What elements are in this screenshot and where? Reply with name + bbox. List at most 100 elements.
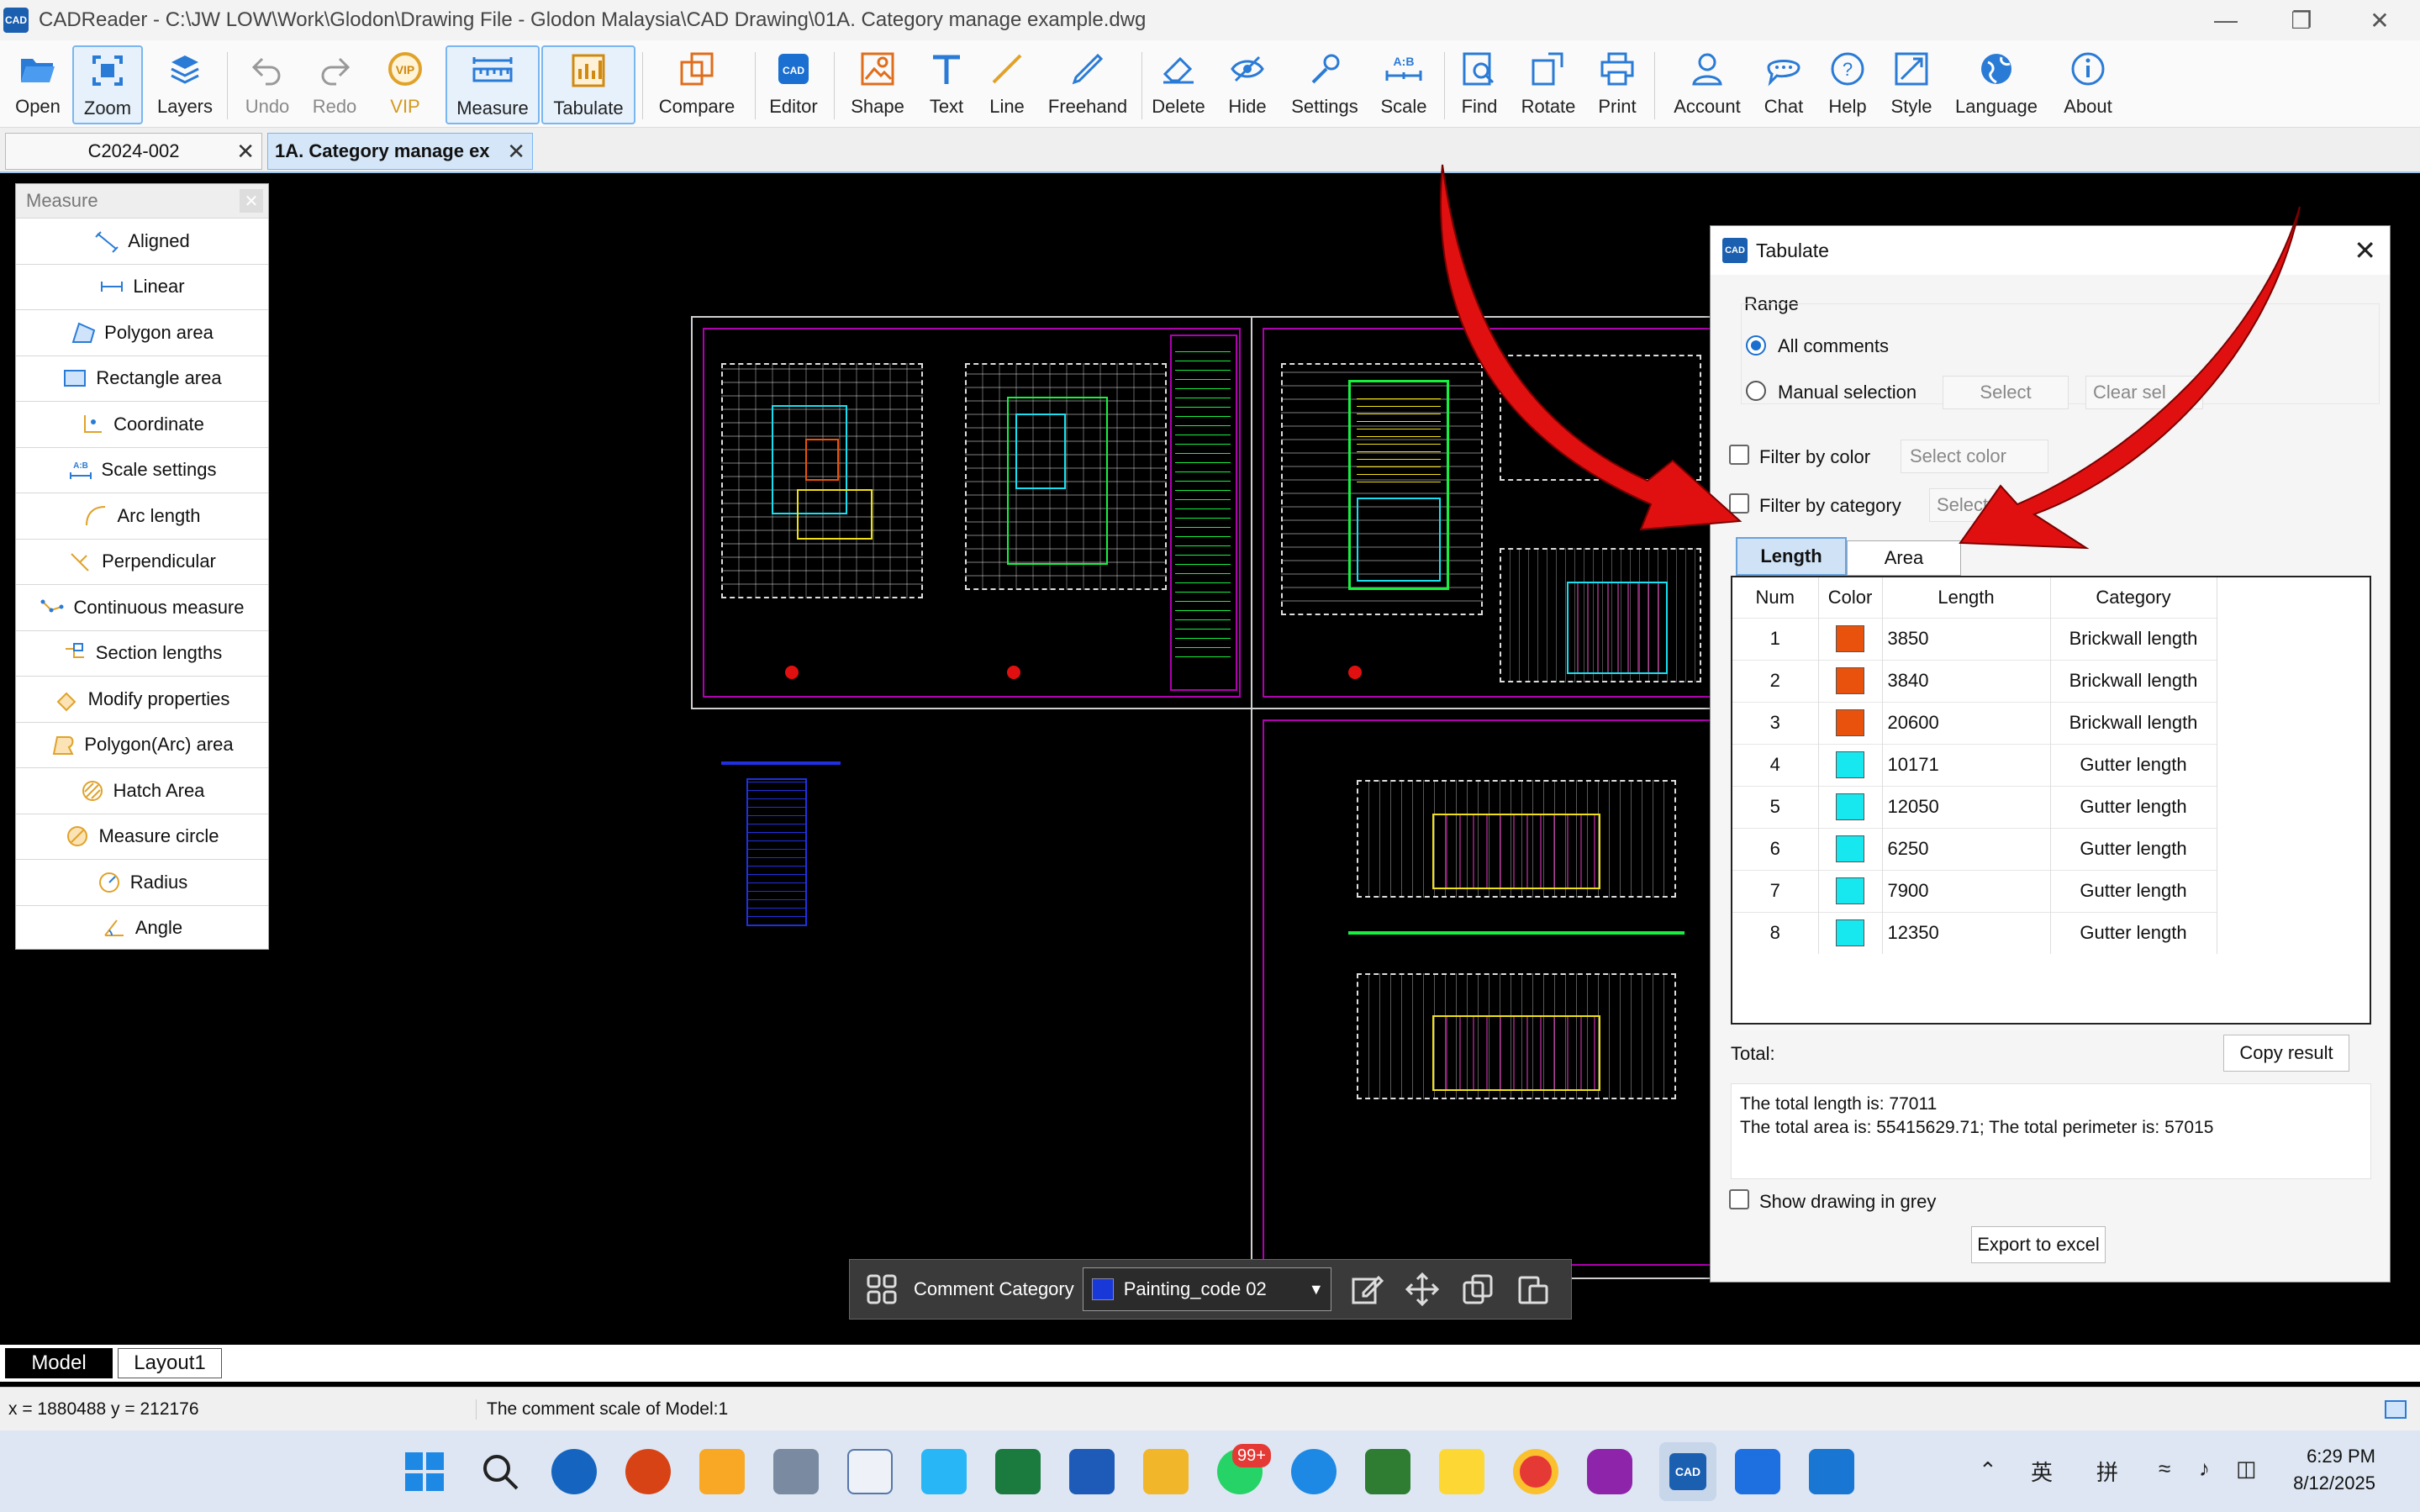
line-button[interactable]: Line — [977, 45, 1037, 124]
table-row[interactable]: 6 6250 Gutter length — [1732, 827, 2217, 870]
vip-button[interactable]: VIP VIP — [373, 45, 437, 124]
project-icon[interactable] — [1365, 1449, 1410, 1494]
account-button[interactable]: Account — [1669, 45, 1745, 124]
ime-pinyin-indicator[interactable]: 拼 — [2096, 1456, 2118, 1487]
volume-icon[interactable]: ♪ — [2199, 1456, 2210, 1482]
table-row[interactable]: 2 3840 Brickwall length — [1732, 659, 2217, 702]
measure-button[interactable]: Measure — [446, 45, 540, 124]
settings-button[interactable]: Settings — [1284, 45, 1365, 124]
edge-browser-icon[interactable] — [551, 1449, 597, 1494]
table-row[interactable]: 8 12350 Gutter length — [1732, 911, 2217, 954]
measure-arc-length[interactable]: Arc length — [16, 493, 268, 539]
all-comments-radio[interactable] — [1746, 335, 1766, 356]
wifi-icon[interactable]: ≈ — [2159, 1456, 2170, 1482]
measure-polygon-arc-area[interactable]: Polygon(Arc) area — [16, 721, 268, 768]
tab-length[interactable]: Length — [1736, 537, 1847, 576]
table-row[interactable]: 5 12050 Gutter length — [1732, 785, 2217, 828]
select-color-button[interactable]: Select color — [1901, 440, 2048, 473]
close-dialog-button[interactable]: ✕ — [2354, 234, 2376, 266]
table-row[interactable]: 4 10171 Gutter length — [1732, 743, 2217, 786]
style-button[interactable]: Style — [1880, 45, 1943, 124]
measure-coordinate[interactable]: Coordinate — [16, 401, 268, 447]
store-icon[interactable] — [699, 1449, 745, 1494]
copy-result-button[interactable]: Copy result — [2223, 1035, 2349, 1072]
measure-modify-properties[interactable]: Modify properties — [16, 676, 268, 722]
zoom-button[interactable]: Zoom — [72, 45, 143, 124]
select-button[interactable]: Select — [1943, 376, 2069, 409]
battery-icon[interactable]: ◫ — [2236, 1456, 2257, 1482]
measure-perpendicular[interactable]: Perpendicular — [16, 538, 268, 585]
file-explorer-icon[interactable] — [1143, 1449, 1189, 1494]
measure-rectangle-area[interactable]: Rectangle area — [16, 355, 268, 402]
freehand-button[interactable]: Freehand — [1039, 45, 1136, 124]
redo-button[interactable]: Redo — [303, 45, 366, 124]
delete-button[interactable]: Delete — [1147, 45, 1210, 124]
comment-category-select[interactable]: Painting_code 02 ▼ — [1082, 1267, 1331, 1311]
measure-hatch-area[interactable]: Hatch Area — [16, 767, 268, 814]
powerpoint-icon[interactable] — [625, 1449, 671, 1494]
about-button[interactable]: About — [2053, 45, 2123, 124]
app-icon-glodon[interactable] — [1809, 1449, 1854, 1494]
help-button[interactable]: ? Help — [1817, 45, 1878, 124]
cadreader-taskbar-icon[interactable]: CAD — [1659, 1442, 1716, 1501]
close-window-button[interactable]: ✕ — [2339, 0, 2420, 40]
text-button[interactable]: Text — [916, 45, 977, 124]
tray-chevron-icon[interactable]: ⌃ — [1979, 1457, 1997, 1483]
panel-toggle-icon[interactable] — [2385, 1399, 2407, 1419]
measure-angle[interactable]: Angle — [16, 904, 268, 951]
print-button[interactable]: Print — [1587, 45, 1648, 124]
table-row[interactable]: 7 7900 Gutter length — [1732, 869, 2217, 912]
compare-button[interactable]: Compare — [651, 45, 743, 124]
scale-button[interactable]: A:B Scale — [1370, 45, 1437, 124]
rotate-button[interactable]: Rotate — [1515, 45, 1582, 124]
calculator-icon[interactable] — [773, 1449, 819, 1494]
tab-category-manage[interactable]: 1A. Category manage ex ✕ — [267, 133, 533, 170]
shape-button[interactable]: Shape — [844, 45, 911, 124]
restore-button[interactable]: ❐ — [2261, 0, 2342, 40]
select-category-button[interactable]: Select — [1929, 488, 1996, 522]
layers-button[interactable]: Layers — [150, 45, 220, 124]
tab-c2024-002[interactable]: C2024-002 ✕ — [5, 133, 262, 170]
ime-english-indicator[interactable]: 英 — [2031, 1456, 2053, 1487]
language-button[interactable]: Language — [1948, 45, 2044, 124]
measure-circle[interactable]: Measure circle — [16, 813, 268, 860]
manual-selection-radio[interactable] — [1746, 381, 1766, 401]
paste-comment-button[interactable] — [1513, 1269, 1553, 1309]
start-icon[interactable] — [402, 1449, 447, 1494]
measure-continuous[interactable]: Continuous measure — [16, 584, 268, 630]
copilot-icon[interactable] — [1587, 1449, 1632, 1494]
copy-comment-button[interactable] — [1458, 1269, 1498, 1309]
measure-radius[interactable]: Radius — [16, 859, 268, 905]
tab-area[interactable]: Area — [1847, 540, 1961, 576]
table-row[interactable]: 3 20600 Brickwall length — [1732, 701, 2217, 744]
open-button[interactable]: Open — [5, 45, 71, 124]
category-grid-icon[interactable] — [865, 1272, 899, 1306]
hide-button[interactable]: Hide — [1217, 45, 1278, 124]
measure-linear[interactable]: Linear — [16, 263, 268, 310]
filter-by-color-checkbox[interactable] — [1729, 445, 1749, 465]
filter-by-category-checkbox[interactable] — [1729, 493, 1749, 514]
search-icon[interactable] — [477, 1449, 523, 1494]
close-tab-icon[interactable]: ✕ — [507, 139, 525, 165]
minimize-button[interactable]: — — [2185, 0, 2266, 40]
app-icon-blue[interactable] — [1735, 1449, 1780, 1494]
close-tab-icon[interactable]: ✕ — [236, 139, 255, 165]
measure-section-lengths[interactable]: Section lengths — [16, 630, 268, 677]
word-icon[interactable] — [1069, 1449, 1115, 1494]
edit-comment-button[interactable] — [1347, 1269, 1387, 1309]
sticky-notes-icon[interactable] — [1439, 1449, 1484, 1494]
clock-time[interactable]: 6:29 PM — [2295, 1446, 2375, 1467]
chat-button[interactable]: Chat — [1753, 45, 1814, 124]
chrome-icon[interactable] — [1513, 1449, 1558, 1494]
undo-button[interactable]: Undo — [235, 45, 299, 124]
show-grey-checkbox[interactable] — [1729, 1189, 1749, 1209]
notepad-icon[interactable] — [921, 1449, 967, 1494]
tabulate-button[interactable]: Tabulate — [541, 45, 635, 124]
tab-layout1[interactable]: Layout1 — [118, 1348, 222, 1378]
excel-icon[interactable] — [995, 1449, 1041, 1494]
clear-selection-button[interactable]: Clear sel — [2085, 376, 2203, 409]
chat-app-icon[interactable] — [1291, 1449, 1337, 1494]
measure-polygon-area[interactable]: Polygon area — [16, 309, 268, 356]
export-excel-button[interactable]: Export to excel — [1971, 1226, 2106, 1263]
tab-model[interactable]: Model — [5, 1348, 113, 1378]
